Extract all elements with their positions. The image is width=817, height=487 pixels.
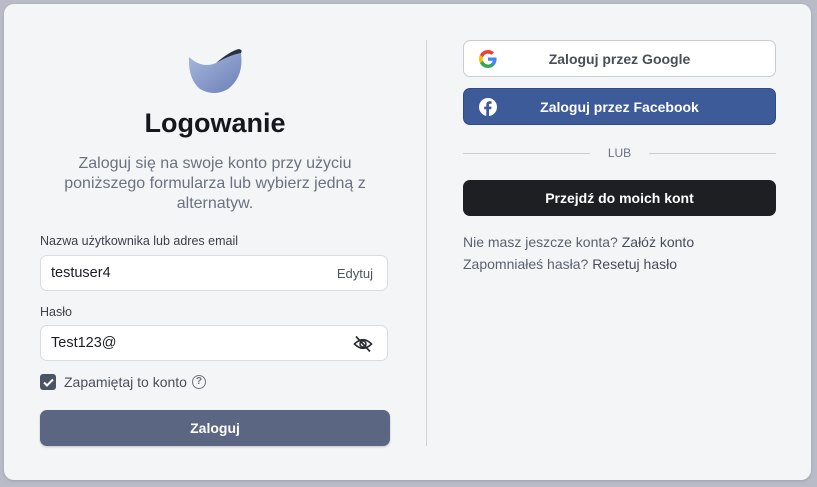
or-separator: LUB xyxy=(463,146,776,160)
eye-off-icon[interactable] xyxy=(353,335,373,353)
login-card: Logowanie Zaloguj się na swoje konto prz… xyxy=(4,4,811,480)
reset-password-link[interactable]: Resetuj hasło xyxy=(592,256,677,272)
password-field[interactable]: Test123@ xyxy=(40,325,388,361)
password-value: Test123@ xyxy=(51,335,117,351)
edit-username-button[interactable]: Edytuj xyxy=(337,266,373,281)
login-button[interactable]: Zaloguj xyxy=(40,410,390,446)
remember-me: Zapamiętaj to konto ? xyxy=(40,373,206,391)
username-field[interactable]: testuser4 Edytuj xyxy=(40,255,388,291)
google-login-button[interactable]: Zaloguj przez Google xyxy=(463,40,776,77)
password-label: Hasło xyxy=(40,305,72,319)
username-value: testuser4 xyxy=(51,265,111,281)
username-label: Nazwa użytkownika lub adres email xyxy=(40,234,239,248)
check-icon xyxy=(42,378,54,387)
forgot-row: Zapomniałeś hasła? Resetuj hasło xyxy=(463,256,677,272)
my-accounts-button[interactable]: Przejdź do moich kont xyxy=(463,180,776,216)
google-icon xyxy=(479,50,497,68)
page-title: Logowanie xyxy=(144,108,286,138)
column-divider xyxy=(426,40,427,446)
facebook-icon xyxy=(479,98,497,116)
register-link[interactable]: Załóż konto xyxy=(622,234,694,250)
logo-icon xyxy=(188,49,242,93)
or-line-right xyxy=(649,153,776,154)
google-login-label: Zaloguj przez Google xyxy=(548,50,691,67)
help-icon[interactable]: ? xyxy=(191,375,206,389)
no-account-text: Nie masz jeszcze konta? xyxy=(463,234,618,250)
register-row: Nie masz jeszcze konta? Załóż konto xyxy=(463,234,694,250)
forgot-text: Zapomniałeś hasła? xyxy=(463,256,589,272)
facebook-login-label: Zaloguj przez Facebook xyxy=(540,98,699,115)
facebook-login-button[interactable]: Zaloguj przez Facebook xyxy=(463,88,776,125)
remember-label: Zapamiętaj to konto xyxy=(64,374,187,390)
remember-checkbox[interactable] xyxy=(40,374,56,390)
page-subtitle: Zaloguj się na swoje konto przy użyciu p… xyxy=(64,155,366,212)
